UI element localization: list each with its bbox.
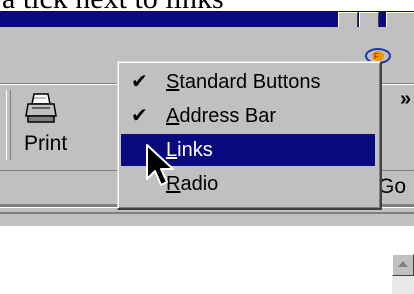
arrow-cursor-icon xyxy=(146,144,174,186)
minimize-button[interactable] xyxy=(338,12,358,28)
go-button[interactable]: Go xyxy=(378,175,406,199)
menu-item-label: Address Bar xyxy=(166,105,277,127)
toolbar-more-chevron[interactable]: » xyxy=(400,88,411,111)
toolbar-separator-lower xyxy=(0,212,414,214)
check-icon: ✔ xyxy=(131,105,148,127)
maximize-button[interactable] xyxy=(359,12,379,28)
print-icon xyxy=(25,93,57,123)
toolbar-grip[interactable] xyxy=(6,90,11,160)
scroll-up-icon[interactable] xyxy=(392,254,414,276)
close-button[interactable] xyxy=(386,12,414,28)
page-content-area xyxy=(0,226,414,294)
svg-text:F: F xyxy=(374,52,379,61)
check-icon: ✔ xyxy=(131,71,148,93)
menu-item-standard-buttons[interactable]: ✔ Standard Buttons xyxy=(121,66,375,98)
print-label: Print xyxy=(24,132,68,155)
menu-item-address-bar[interactable]: ✔ Address Bar xyxy=(121,100,375,132)
menu-item-label: Standard Buttons xyxy=(166,71,321,93)
